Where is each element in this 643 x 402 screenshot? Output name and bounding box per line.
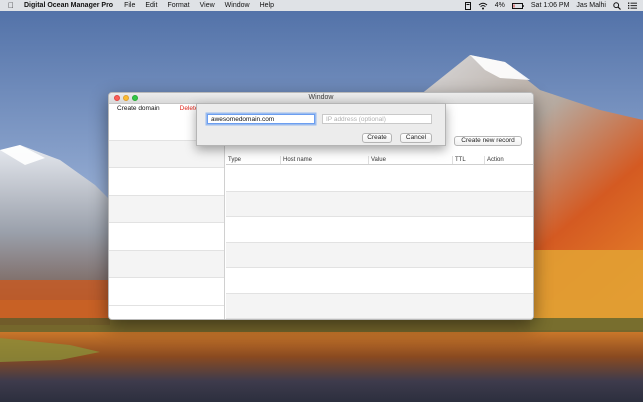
battery-percent: 4% xyxy=(494,2,505,9)
table-row[interactable] xyxy=(226,217,533,243)
menu-edit[interactable]: Edit xyxy=(140,2,162,9)
column-header-value[interactable]: Value xyxy=(369,156,453,164)
table-row[interactable] xyxy=(226,268,533,294)
create-button[interactable]: Create xyxy=(362,133,392,143)
ip-address-input[interactable] xyxy=(322,114,432,124)
domain-name-input[interactable] xyxy=(207,114,315,124)
status-area: 4% Sat 1:06 PM Jas Malhi xyxy=(464,1,643,10)
menu-format[interactable]: Format xyxy=(162,2,194,9)
create-new-record-button[interactable]: Create new record xyxy=(454,136,522,146)
table-row[interactable] xyxy=(226,191,533,217)
search-icon[interactable] xyxy=(613,1,621,10)
window-title: Window xyxy=(308,94,334,101)
app-menu[interactable]: Digital Ocean Manager Pro xyxy=(22,2,119,9)
domain-list-row[interactable] xyxy=(109,168,224,196)
user-name[interactable]: Jas Malhi xyxy=(576,2,606,9)
menu-file[interactable]: File xyxy=(119,2,140,9)
menu-window[interactable]: Window xyxy=(220,2,255,9)
table-row[interactable] xyxy=(226,166,533,192)
column-header-host-name[interactable]: Host name xyxy=(281,156,369,164)
column-header-type[interactable]: Type xyxy=(226,156,281,164)
document-icon[interactable] xyxy=(464,1,471,10)
records-table-header: Type Host name Value TTL Action xyxy=(226,156,533,165)
domain-list-row[interactable] xyxy=(109,278,224,306)
records-table-body xyxy=(226,166,533,319)
table-row[interactable] xyxy=(226,242,533,268)
menu-view[interactable]: View xyxy=(195,2,220,9)
column-header-action[interactable]: Action xyxy=(485,156,533,164)
domain-list-row[interactable] xyxy=(109,223,224,251)
create-domain-button[interactable]: Create domain xyxy=(117,105,160,112)
menu-help[interactable]: Help xyxy=(255,2,279,9)
table-row[interactable] xyxy=(226,293,533,319)
apple-icon[interactable]:  xyxy=(0,1,22,10)
menu-bar:  Digital Ocean Manager Pro File Edit Fo… xyxy=(0,0,643,11)
list-icon[interactable] xyxy=(628,2,637,9)
domain-list-row[interactable] xyxy=(109,250,224,278)
clock[interactable]: Sat 1:06 PM xyxy=(531,2,570,9)
create-domain-sheet: Create Cancel xyxy=(196,103,446,146)
wifi-icon[interactable] xyxy=(478,2,488,10)
cancel-button[interactable]: Cancel xyxy=(400,133,432,143)
battery-icon[interactable] xyxy=(511,2,524,9)
domain-list-row[interactable] xyxy=(109,195,224,223)
column-header-ttl[interactable]: TTL xyxy=(453,156,485,164)
